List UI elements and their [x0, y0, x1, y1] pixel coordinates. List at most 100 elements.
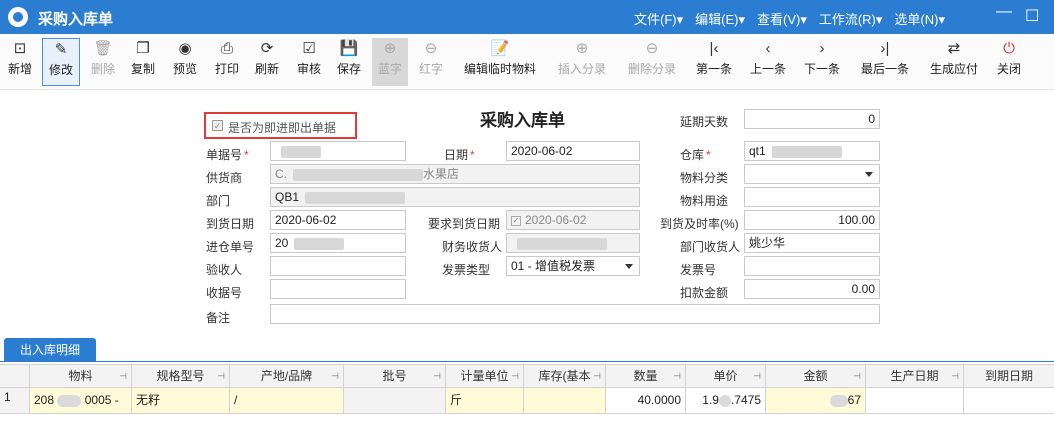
pin-icon[interactable]: ⊣ — [853, 365, 861, 387]
pin-icon[interactable]: ⊣ — [593, 365, 601, 387]
delete-button[interactable]: 🗑 删除 — [86, 38, 120, 86]
supplier-field[interactable]: C. 水果店 — [270, 164, 640, 184]
stock-cell[interactable] — [524, 388, 606, 413]
required-arrive-date-label: 要求到货日期 — [428, 217, 501, 231]
column-header[interactable]: 规格型号 ⊣ — [132, 365, 230, 387]
warehouse-label: 仓库 * — [680, 148, 711, 162]
first-record-button[interactable]: |‹ 第一条 — [692, 38, 736, 86]
column-header[interactable]: 产地/品牌 ⊣ — [230, 365, 344, 387]
pin-icon[interactable]: ⊣ — [673, 365, 681, 387]
column-header[interactable]: 批号 ⊣ — [344, 365, 446, 387]
checkbox-icon: ✓ — [511, 215, 521, 226]
red-button[interactable]: ⊖ 红字 — [414, 38, 448, 86]
remark-field[interactable] — [270, 304, 880, 324]
blue-button[interactable]: ⊕ 蓝字 — [372, 38, 408, 86]
finance-receiver-field[interactable] — [506, 233, 640, 253]
new-button[interactable]: ⊡ 新增 — [4, 38, 36, 86]
dept-receiver-label: 部门收货人 — [680, 240, 741, 254]
copy-button[interactable]: ❐ 复制 — [126, 38, 160, 86]
ontime-rate-field[interactable]: 100.00 — [744, 210, 880, 230]
pin-icon[interactable]: ⊣ — [951, 365, 959, 387]
table-row[interactable]: 208 0005 - 无籽 / 斤 40.0000 1.9.7475 67 — [30, 388, 1054, 414]
audit-button[interactable]: ☑ 审核 — [292, 38, 326, 86]
row-number[interactable]: 1 — [0, 388, 30, 414]
close-button[interactable]: ⏻ 关闭 — [992, 38, 1026, 86]
pin-icon[interactable]: ⊣ — [119, 365, 127, 387]
next-record-button[interactable]: › 下一条 — [800, 38, 844, 86]
title-bar: 采购入库单 文件(F)▾ 编辑(E)▾ 查看(V)▾ 工作流(R)▾ 选单(N)… — [0, 0, 1054, 34]
pin-icon[interactable]: ⊣ — [331, 365, 339, 387]
column-header[interactable]: 生产日期 ⊣ — [866, 365, 964, 387]
arrive-date-label: 到货日期 — [206, 217, 255, 231]
pin-icon[interactable]: ⊣ — [753, 365, 761, 387]
unit-cell[interactable]: 斤 — [446, 388, 524, 413]
generate-payable-button[interactable]: ⇄ 生成应付 — [926, 38, 982, 86]
column-header[interactable]: 金额 ⊣ — [766, 365, 866, 387]
menu-view[interactable]: 查看(V)▾ — [757, 9, 807, 28]
eye-icon: ◉ — [178, 40, 192, 57]
column-header[interactable]: 库存(基本 ⊣ — [524, 365, 606, 387]
column-header[interactable]: 物料 ⊣ — [30, 365, 132, 387]
date-field[interactable]: 2020-06-02 — [506, 141, 640, 161]
minimize-icon[interactable]: — — [996, 3, 1012, 21]
amount-cell[interactable]: 67 — [766, 388, 866, 413]
menu-edit[interactable]: 编辑(E)▾ — [695, 9, 745, 28]
column-header[interactable]: 计量单位 ⊣ — [446, 365, 524, 387]
expiry-date-cell[interactable] — [964, 388, 1054, 413]
save-button[interactable]: 💾 保存 — [332, 38, 366, 86]
last-icon: ›| — [880, 40, 890, 57]
pin-icon[interactable]: ⊣ — [433, 365, 441, 387]
immediate-in-out-checkbox[interactable]: ✓ 是否为即进即出单据 — [204, 112, 357, 139]
invoice-no-field[interactable] — [744, 256, 880, 276]
dept-field[interactable]: QB1 — [270, 187, 640, 207]
material-category-select[interactable] — [744, 164, 880, 184]
material-use-field[interactable] — [744, 187, 880, 207]
trash-icon: 🗑 — [93, 40, 113, 57]
row-number-header — [0, 365, 30, 387]
preview-button[interactable]: ◉ 预览 — [168, 38, 202, 86]
receipt-no-field[interactable] — [270, 279, 406, 299]
pin-icon[interactable]: ⊣ — [217, 365, 225, 387]
menu-file[interactable]: 文件(F)▾ — [634, 9, 683, 28]
inspector-field[interactable] — [270, 256, 406, 276]
menu-select[interactable]: 选单(N)▾ — [894, 9, 945, 28]
warehouse-field[interactable]: qt1 — [744, 141, 880, 161]
pin-icon[interactable]: ⊣ — [511, 365, 519, 387]
arrive-date-field[interactable]: 2020-06-02 — [270, 210, 406, 230]
spec-cell[interactable]: 无籽 — [132, 388, 230, 413]
new-icon: ⊡ — [13, 40, 27, 57]
invoice-type-label: 发票类型 — [442, 263, 491, 277]
minus-circle-icon: ⊖ — [424, 40, 438, 57]
delete-row-button[interactable]: ⊖ 删除分录 — [622, 38, 682, 86]
bill-no-field[interactable] — [270, 141, 406, 161]
batch-cell[interactable] — [344, 388, 446, 413]
insert-row-button[interactable]: ⊕ 插入分录 — [552, 38, 612, 86]
origin-cell[interactable]: / — [230, 388, 344, 413]
prev-record-button[interactable]: ‹ 上一条 — [746, 38, 790, 86]
invoice-type-select[interactable]: 01 - 增值税发票 — [506, 256, 640, 276]
price-cell[interactable]: 1.9.7475 — [686, 388, 766, 413]
tab-in-out-detail[interactable]: 出入库明细 — [4, 338, 96, 362]
print-button[interactable]: ⎙ 打印 — [210, 38, 244, 86]
material-cell[interactable]: 208 0005 - — [30, 388, 132, 413]
dept-receiver-field[interactable]: 姚少华 — [744, 233, 880, 253]
column-header[interactable]: 到期日期 — [964, 365, 1054, 387]
first-icon: |‹ — [709, 40, 719, 57]
menu-workflow[interactable]: 工作流(R)▾ — [819, 9, 883, 28]
inspector-label: 验收人 — [206, 263, 243, 277]
column-header[interactable]: 数量 ⊣ — [606, 365, 686, 387]
edit-temp-material-button[interactable]: 📝 编辑临时物料 — [458, 38, 542, 86]
delay-days-field[interactable]: 0 — [744, 109, 880, 129]
column-header[interactable]: 单价 ⊣ — [686, 365, 766, 387]
grid-header: 物料 ⊣ 规格型号 ⊣ 产地/品牌 ⊣ 批号 ⊣ 计量单位 ⊣ 库存(基本 ⊣ 数量 ⊣ 单价… — [0, 364, 1054, 388]
production-date-cell[interactable] — [866, 388, 964, 413]
entry-no-field[interactable]: 20 — [270, 233, 406, 253]
required-arrive-date-field[interactable]: ✓ 2020-06-02 — [506, 210, 640, 230]
maximize-icon[interactable]: ☐ — [1025, 6, 1039, 26]
edit-button[interactable]: ✎ 修改 — [42, 38, 80, 86]
deduct-amount-field[interactable]: 0.00 — [744, 279, 880, 299]
quantity-cell[interactable]: 40.0000 — [606, 388, 686, 413]
last-record-button[interactable]: ›| 最后一条 — [856, 38, 914, 86]
refresh-button[interactable]: ⟳ 刷新 — [250, 38, 284, 86]
receipt-no-label: 收据号 — [206, 286, 243, 300]
